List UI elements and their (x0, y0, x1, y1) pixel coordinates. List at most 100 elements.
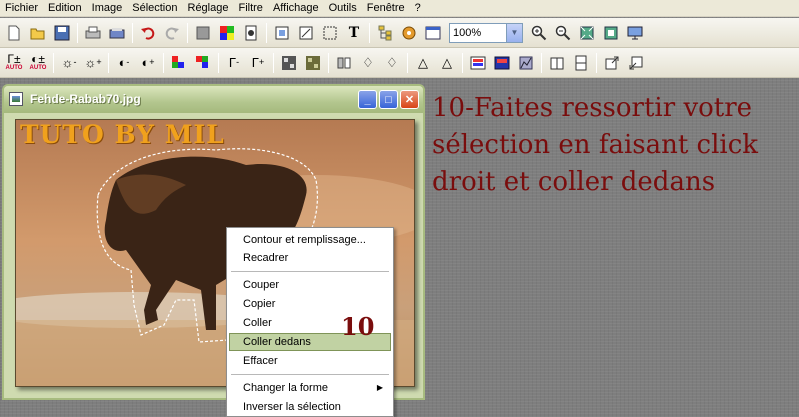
select-area-icon[interactable] (319, 22, 341, 44)
resize-icon[interactable] (295, 22, 317, 44)
tree-icon[interactable] (374, 22, 396, 44)
instruction-line-3: droit et coller dedans (432, 167, 716, 197)
mirror-icon[interactable] (333, 52, 355, 74)
menu-item-changer-forme[interactable]: Changer la forme ▶ (229, 379, 391, 397)
menu-item-contour[interactable]: Contour et remplissage... (229, 231, 391, 249)
close-button[interactable]: ✕ (400, 90, 419, 109)
toolbar-separator (108, 52, 109, 73)
page-icon[interactable] (570, 52, 592, 74)
chevron-down-icon[interactable]: ▼ (506, 23, 522, 42)
color-grid-icon[interactable] (216, 22, 238, 44)
toolbar-separator (53, 52, 54, 73)
screen-icon[interactable] (624, 22, 646, 44)
toolbar-separator (596, 52, 597, 73)
histogram-icon[interactable] (515, 52, 537, 74)
window-title: Fehde-Rabab70.jpg (30, 92, 141, 106)
redo-icon[interactable] (161, 22, 183, 44)
zoom-out-icon[interactable] (552, 22, 574, 44)
halfmoon-minus-icon[interactable]: ◐ - (113, 52, 135, 74)
halfmoon-plus-icon[interactable]: ◐ + (137, 52, 159, 74)
fit-icon[interactable] (576, 22, 598, 44)
menu-bar: Fichier Edition Image Sélection Réglage … (0, 0, 799, 17)
text-icon[interactable]: T (343, 22, 365, 44)
rgb-minus-icon[interactable] (168, 52, 190, 74)
main-toolbar: T 100% ▼ (0, 18, 799, 48)
menu-fenetre[interactable]: Fenêtre (362, 0, 410, 17)
menu-item-inverser[interactable]: Inverser la sélection (229, 398, 391, 416)
submenu-arrow-icon: ▶ (376, 383, 383, 392)
maximize-button[interactable]: □ (379, 90, 398, 109)
menu-filtre[interactable]: Filtre (233, 0, 267, 17)
menu-fichier[interactable]: Fichier (0, 0, 43, 17)
instruction-text: 10-Faites ressortir votre sélection en f… (432, 90, 798, 201)
sun-minus-icon[interactable]: ☼ - (58, 52, 80, 74)
toolbar-separator (218, 52, 219, 73)
toolbar-separator (132, 22, 133, 43)
channels-icon[interactable] (491, 52, 513, 74)
instruction-line-1: 10-Faites ressortir votre (432, 93, 753, 123)
toolbar-separator (462, 52, 463, 73)
zoom-select[interactable]: 100% ▼ (449, 22, 523, 43)
toolbar-separator (407, 52, 408, 73)
toolbar-separator (163, 52, 164, 73)
new-icon[interactable] (3, 22, 25, 44)
menu-reglage[interactable]: Réglage (183, 0, 234, 17)
full-icon[interactable] (600, 22, 622, 44)
book-icon[interactable] (546, 52, 568, 74)
undo-icon[interactable] (137, 22, 159, 44)
export-icon[interactable] (601, 52, 623, 74)
scan-icon[interactable] (106, 22, 128, 44)
image-file-icon (9, 92, 23, 106)
window-titlebar[interactable]: Fehde-Rabab70.jpg _ □ ✕ (4, 86, 423, 113)
menu-item-effacer[interactable]: Effacer (229, 352, 391, 370)
gray-square-icon[interactable] (192, 22, 214, 44)
menu-selection[interactable]: Sélection (127, 0, 182, 17)
sun-plus-icon[interactable]: ☼ + (82, 52, 104, 74)
drop-b-icon[interactable]: ♢ (381, 52, 403, 74)
minimize-button[interactable]: _ (358, 90, 377, 109)
save-icon[interactable] (51, 22, 73, 44)
film-icon[interactable] (240, 22, 262, 44)
cone-a-icon[interactable]: △ (412, 52, 434, 74)
toolbar-separator (266, 22, 267, 43)
menu-item-couper[interactable]: Couper (229, 276, 391, 294)
menu-outils[interactable]: Outils (324, 0, 362, 17)
open-icon[interactable] (27, 22, 49, 44)
menu-item-label: Changer la forme (243, 382, 328, 394)
print-icon[interactable] (82, 22, 104, 44)
palette-icon[interactable] (467, 52, 489, 74)
import-icon[interactable] (625, 52, 647, 74)
adjust-toolbar: Γ± AUTO ◐± AUTO ☼ - ☼ + ◐ - ◐ + Γ- Γ + ♢ ♢ △ △ (0, 48, 799, 78)
menu-separator (231, 271, 389, 272)
toolbar-separator (541, 52, 542, 73)
gamma-auto-icon[interactable]: Γ± AUTO (3, 52, 25, 74)
toolbar-separator (273, 52, 274, 73)
zoom-in-icon[interactable] (528, 22, 550, 44)
crop-icon[interactable] (271, 22, 293, 44)
toolbar-separator (328, 52, 329, 73)
grid-b-icon[interactable] (302, 52, 324, 74)
menu-image[interactable]: Image (87, 0, 128, 17)
toolbar-separator (369, 22, 370, 43)
watermark-text: TUTO BY MIL (20, 120, 225, 149)
menu-separator (231, 374, 389, 375)
zoom-value: 100% (453, 26, 482, 39)
step-number: 10 (341, 312, 375, 341)
plugin-icon[interactable] (398, 22, 420, 44)
toolbar-separator (187, 22, 188, 43)
drop-a-icon[interactable]: ♢ (357, 52, 379, 74)
menu-item-recadrer[interactable]: Recadrer (229, 249, 391, 267)
menu-item-copier[interactable]: Copier (229, 295, 391, 313)
toolbar-separator (77, 22, 78, 43)
rgb-plus-icon[interactable] (192, 52, 214, 74)
menu-affichage[interactable]: Affichage (268, 0, 324, 17)
cone-b-icon[interactable]: △ (436, 52, 458, 74)
window-icon[interactable] (422, 22, 444, 44)
grid-a-icon[interactable] (278, 52, 300, 74)
gamma-plus-icon[interactable]: Γ + (247, 52, 269, 74)
menu-help[interactable]: ? (410, 0, 426, 17)
menu-edition[interactable]: Edition (43, 0, 87, 17)
instruction-line-2: sélection en faisant click (432, 130, 759, 160)
contrast-auto-icon[interactable]: ◐± AUTO (27, 52, 49, 74)
gamma-minus-icon[interactable]: Γ- (223, 52, 245, 74)
